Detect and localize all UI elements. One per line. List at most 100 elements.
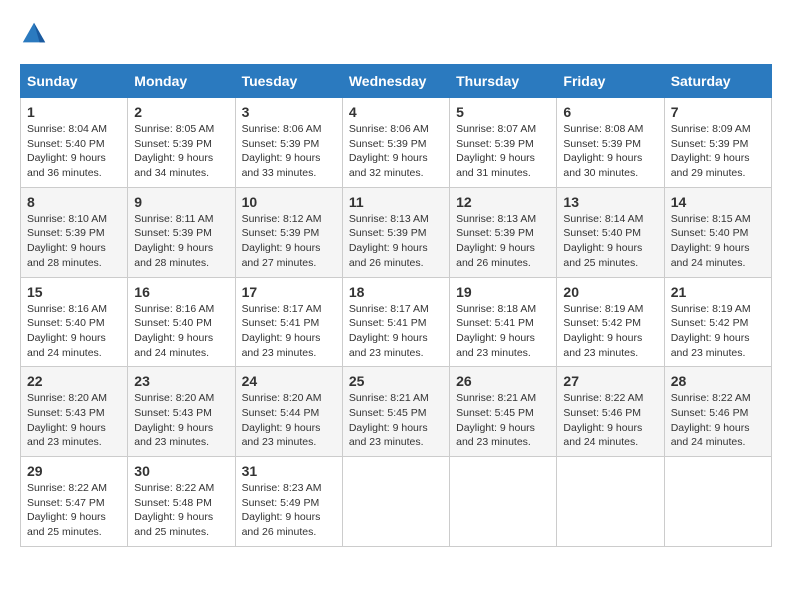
day-header-saturday: Saturday — [664, 65, 771, 98]
page-header — [20, 20, 772, 48]
logo — [20, 20, 52, 48]
day-number: 14 — [671, 194, 765, 210]
calendar-week-1: 1 Sunrise: 8:04 AM Sunset: 5:40 PM Dayli… — [21, 98, 772, 188]
day-number: 21 — [671, 284, 765, 300]
day-number: 2 — [134, 104, 228, 120]
cell-content: Sunrise: 8:22 AM Sunset: 5:46 PM Dayligh… — [671, 391, 765, 450]
cell-content: Sunrise: 8:14 AM Sunset: 5:40 PM Dayligh… — [563, 212, 657, 271]
cell-content: Sunrise: 8:15 AM Sunset: 5:40 PM Dayligh… — [671, 212, 765, 271]
cell-content: Sunrise: 8:20 AM Sunset: 5:43 PM Dayligh… — [134, 391, 228, 450]
day-header-sunday: Sunday — [21, 65, 128, 98]
calendar-cell — [450, 457, 557, 547]
calendar-header-row: SundayMondayTuesdayWednesdayThursdayFrid… — [21, 65, 772, 98]
day-number: 5 — [456, 104, 550, 120]
cell-content: Sunrise: 8:13 AM Sunset: 5:39 PM Dayligh… — [349, 212, 443, 271]
day-header-tuesday: Tuesday — [235, 65, 342, 98]
cell-content: Sunrise: 8:21 AM Sunset: 5:45 PM Dayligh… — [456, 391, 550, 450]
day-number: 11 — [349, 194, 443, 210]
cell-content: Sunrise: 8:05 AM Sunset: 5:39 PM Dayligh… — [134, 122, 228, 181]
calendar-cell: 15 Sunrise: 8:16 AM Sunset: 5:40 PM Dayl… — [21, 277, 128, 367]
cell-content: Sunrise: 8:09 AM Sunset: 5:39 PM Dayligh… — [671, 122, 765, 181]
day-header-wednesday: Wednesday — [342, 65, 449, 98]
calendar-cell: 4 Sunrise: 8:06 AM Sunset: 5:39 PM Dayli… — [342, 98, 449, 188]
cell-content: Sunrise: 8:22 AM Sunset: 5:48 PM Dayligh… — [134, 481, 228, 540]
calendar-cell: 31 Sunrise: 8:23 AM Sunset: 5:49 PM Dayl… — [235, 457, 342, 547]
day-number: 6 — [563, 104, 657, 120]
cell-content: Sunrise: 8:07 AM Sunset: 5:39 PM Dayligh… — [456, 122, 550, 181]
cell-content: Sunrise: 8:20 AM Sunset: 5:43 PM Dayligh… — [27, 391, 121, 450]
calendar-cell: 17 Sunrise: 8:17 AM Sunset: 5:41 PM Dayl… — [235, 277, 342, 367]
day-number: 13 — [563, 194, 657, 210]
cell-content: Sunrise: 8:16 AM Sunset: 5:40 PM Dayligh… — [134, 302, 228, 361]
calendar-cell: 20 Sunrise: 8:19 AM Sunset: 5:42 PM Dayl… — [557, 277, 664, 367]
cell-content: Sunrise: 8:08 AM Sunset: 5:39 PM Dayligh… — [563, 122, 657, 181]
day-header-friday: Friday — [557, 65, 664, 98]
day-number: 16 — [134, 284, 228, 300]
calendar-cell: 22 Sunrise: 8:20 AM Sunset: 5:43 PM Dayl… — [21, 367, 128, 457]
calendar-cell: 25 Sunrise: 8:21 AM Sunset: 5:45 PM Dayl… — [342, 367, 449, 457]
calendar-cell: 28 Sunrise: 8:22 AM Sunset: 5:46 PM Dayl… — [664, 367, 771, 457]
calendar-cell: 12 Sunrise: 8:13 AM Sunset: 5:39 PM Dayl… — [450, 187, 557, 277]
calendar-cell: 8 Sunrise: 8:10 AM Sunset: 5:39 PM Dayli… — [21, 187, 128, 277]
calendar-cell: 14 Sunrise: 8:15 AM Sunset: 5:40 PM Dayl… — [664, 187, 771, 277]
cell-content: Sunrise: 8:20 AM Sunset: 5:44 PM Dayligh… — [242, 391, 336, 450]
calendar-cell: 2 Sunrise: 8:05 AM Sunset: 5:39 PM Dayli… — [128, 98, 235, 188]
cell-content: Sunrise: 8:10 AM Sunset: 5:39 PM Dayligh… — [27, 212, 121, 271]
day-number: 12 — [456, 194, 550, 210]
calendar-cell: 1 Sunrise: 8:04 AM Sunset: 5:40 PM Dayli… — [21, 98, 128, 188]
calendar-cell: 10 Sunrise: 8:12 AM Sunset: 5:39 PM Dayl… — [235, 187, 342, 277]
logo-icon — [20, 20, 48, 48]
day-number: 10 — [242, 194, 336, 210]
calendar-cell: 6 Sunrise: 8:08 AM Sunset: 5:39 PM Dayli… — [557, 98, 664, 188]
calendar-cell: 16 Sunrise: 8:16 AM Sunset: 5:40 PM Dayl… — [128, 277, 235, 367]
day-number: 24 — [242, 373, 336, 389]
calendar-week-5: 29 Sunrise: 8:22 AM Sunset: 5:47 PM Dayl… — [21, 457, 772, 547]
cell-content: Sunrise: 8:06 AM Sunset: 5:39 PM Dayligh… — [349, 122, 443, 181]
day-number: 25 — [349, 373, 443, 389]
day-number: 26 — [456, 373, 550, 389]
cell-content: Sunrise: 8:12 AM Sunset: 5:39 PM Dayligh… — [242, 212, 336, 271]
day-number: 15 — [27, 284, 121, 300]
day-number: 3 — [242, 104, 336, 120]
day-number: 1 — [27, 104, 121, 120]
calendar-cell: 7 Sunrise: 8:09 AM Sunset: 5:39 PM Dayli… — [664, 98, 771, 188]
cell-content: Sunrise: 8:17 AM Sunset: 5:41 PM Dayligh… — [242, 302, 336, 361]
day-number: 8 — [27, 194, 121, 210]
day-number: 7 — [671, 104, 765, 120]
calendar-cell — [664, 457, 771, 547]
day-number: 28 — [671, 373, 765, 389]
cell-content: Sunrise: 8:06 AM Sunset: 5:39 PM Dayligh… — [242, 122, 336, 181]
calendar-week-3: 15 Sunrise: 8:16 AM Sunset: 5:40 PM Dayl… — [21, 277, 772, 367]
cell-content: Sunrise: 8:21 AM Sunset: 5:45 PM Dayligh… — [349, 391, 443, 450]
calendar-cell — [342, 457, 449, 547]
cell-content: Sunrise: 8:18 AM Sunset: 5:41 PM Dayligh… — [456, 302, 550, 361]
calendar-cell: 19 Sunrise: 8:18 AM Sunset: 5:41 PM Dayl… — [450, 277, 557, 367]
calendar-cell — [557, 457, 664, 547]
calendar-table: SundayMondayTuesdayWednesdayThursdayFrid… — [20, 64, 772, 547]
cell-content: Sunrise: 8:04 AM Sunset: 5:40 PM Dayligh… — [27, 122, 121, 181]
calendar-cell: 3 Sunrise: 8:06 AM Sunset: 5:39 PM Dayli… — [235, 98, 342, 188]
day-number: 9 — [134, 194, 228, 210]
day-header-thursday: Thursday — [450, 65, 557, 98]
calendar-body: 1 Sunrise: 8:04 AM Sunset: 5:40 PM Dayli… — [21, 98, 772, 547]
day-number: 31 — [242, 463, 336, 479]
day-number: 27 — [563, 373, 657, 389]
calendar-cell: 30 Sunrise: 8:22 AM Sunset: 5:48 PM Dayl… — [128, 457, 235, 547]
calendar-cell: 29 Sunrise: 8:22 AM Sunset: 5:47 PM Dayl… — [21, 457, 128, 547]
day-number: 17 — [242, 284, 336, 300]
calendar-cell: 27 Sunrise: 8:22 AM Sunset: 5:46 PM Dayl… — [557, 367, 664, 457]
day-number: 19 — [456, 284, 550, 300]
day-number: 23 — [134, 373, 228, 389]
cell-content: Sunrise: 8:22 AM Sunset: 5:47 PM Dayligh… — [27, 481, 121, 540]
day-number: 30 — [134, 463, 228, 479]
day-header-monday: Monday — [128, 65, 235, 98]
calendar-cell: 21 Sunrise: 8:19 AM Sunset: 5:42 PM Dayl… — [664, 277, 771, 367]
calendar-cell: 13 Sunrise: 8:14 AM Sunset: 5:40 PM Dayl… — [557, 187, 664, 277]
day-number: 29 — [27, 463, 121, 479]
day-number: 22 — [27, 373, 121, 389]
cell-content: Sunrise: 8:17 AM Sunset: 5:41 PM Dayligh… — [349, 302, 443, 361]
cell-content: Sunrise: 8:23 AM Sunset: 5:49 PM Dayligh… — [242, 481, 336, 540]
day-number: 20 — [563, 284, 657, 300]
calendar-week-2: 8 Sunrise: 8:10 AM Sunset: 5:39 PM Dayli… — [21, 187, 772, 277]
calendar-cell: 9 Sunrise: 8:11 AM Sunset: 5:39 PM Dayli… — [128, 187, 235, 277]
